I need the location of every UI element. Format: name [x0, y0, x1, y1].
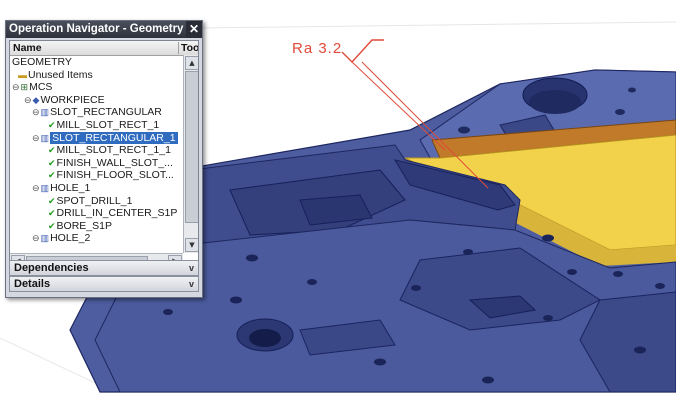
operation-navigator[interactable]: Operation Navigator - Geometry ✕ Name To… — [5, 20, 203, 298]
tree-item-label: DRILL_IN_CENTER_S1P — [56, 207, 178, 220]
hole — [374, 358, 386, 366]
tree-item-label: BORE_S1P — [56, 219, 112, 232]
roughness-symbol — [341, 39, 384, 64]
tree-item-label: MCS — [29, 81, 53, 94]
tree-item[interactable]: ✔FINISH_WALL_SLOT_... — [48, 157, 173, 169]
tree-item[interactable]: ⊖▥SLOT_RECTANGULAR — [32, 106, 162, 118]
close-icon[interactable]: ✕ — [186, 21, 202, 38]
tree-header: Name Too — [10, 41, 198, 56]
hole — [463, 249, 473, 255]
tree-item[interactable]: ✔FINISH_FLOOR_SLOT... — [48, 169, 174, 181]
dependencies-section[interactable]: Dependencies v — [9, 260, 199, 276]
tree-item-label: WORKPIECE — [40, 93, 105, 106]
tree-item-label: Unused Items — [28, 68, 93, 81]
tree-item[interactable]: ⊖▥HOLE_2 — [32, 232, 90, 244]
hole — [634, 346, 646, 354]
hole — [613, 271, 623, 277]
tree-item[interactable]: ⊖◆WORKPIECE — [24, 94, 105, 106]
hole — [628, 87, 636, 93]
hole — [163, 309, 173, 315]
hole — [246, 254, 258, 262]
feature-group-icon: ▥ — [40, 233, 50, 244]
tree-item-label: GEOMETRY — [12, 56, 72, 68]
tree-item-label: FINISH_FLOOR_SLOT... — [56, 169, 174, 182]
tree-item[interactable]: ✔MILL_SLOT_RECT_1_1 — [48, 144, 171, 156]
collapse-icon[interactable]: ⊖ — [32, 106, 40, 118]
tree-item-label: HOLE_2 — [50, 232, 91, 245]
tree-item-label: FINISH_WALL_SLOT_... — [56, 156, 173, 169]
mill-operation-icon: ✔ — [48, 120, 56, 130]
tree-item[interactable]: ✔MILL_SLOT_RECT_1 — [48, 119, 159, 131]
hole — [230, 296, 242, 304]
tree-item[interactable]: ✔SPOT_DRILL_1 — [48, 195, 132, 207]
tree-item-label: HOLE_1 — [50, 182, 91, 194]
hole — [458, 126, 470, 134]
tree-item[interactable]: ✔DRILL_IN_CENTER_S1P — [48, 207, 177, 219]
feature-group-icon: ▥ — [40, 132, 50, 143]
tree-item-label: MILL_SLOT_RECT_1 — [56, 119, 160, 131]
mill-operation-icon: ✔ — [48, 170, 56, 181]
collapse-icon[interactable]: ⊖ — [24, 94, 32, 106]
drill-operation-icon: ✔ — [48, 195, 56, 206]
tree-item-label: SLOT_RECTANGULAR — [50, 106, 162, 119]
tree-item[interactable]: ⊖▥HOLE_1 — [32, 182, 90, 194]
chevron-down-icon[interactable]: v — [189, 277, 194, 291]
feature-group-icon: ▥ — [40, 107, 50, 118]
navigator-tree[interactable]: Name Too GEOMETRY ▬Unused Items ⊖⊞MCS ⊖◆WOR… — [9, 40, 199, 269]
tree-item-label: MILL_SLOT_RECT_1_1 — [56, 144, 171, 157]
collapse-icon[interactable]: ⊖ — [32, 182, 40, 194]
unused-items-icon: ▬ — [18, 69, 27, 80]
drill-operation-icon: ✔ — [48, 220, 56, 231]
collapse-icon[interactable]: ⊖ — [32, 232, 40, 244]
tree-item[interactable]: ✔BORE_S1P — [48, 220, 112, 232]
hole — [655, 283, 665, 289]
scroll-up-icon[interactable]: ▲ — [185, 56, 198, 70]
navigator-title: Operation Navigator - Geometry — [9, 23, 184, 35]
hole — [411, 285, 421, 291]
tree-item[interactable]: ⊖▥ SLOT_RECTANGULAR_1 — [32, 131, 178, 144]
mcs-icon: ⊞ — [20, 82, 29, 93]
tree-item[interactable]: ⊖⊞MCS — [12, 81, 52, 93]
vertical-scrollbar[interactable]: ▲ ▼ — [183, 55, 198, 253]
hole — [543, 315, 553, 321]
drill-operation-icon: ✔ — [48, 208, 56, 219]
tree-item-label: SPOT_DRILL_1 — [56, 194, 133, 207]
collapse-icon[interactable]: ⊖ — [12, 81, 20, 93]
tree-item[interactable]: GEOMETRY — [12, 56, 72, 68]
hole — [482, 376, 494, 384]
mill-operation-icon: ✔ — [48, 157, 56, 168]
hole — [307, 279, 317, 285]
column-header-tool[interactable]: Too — [178, 42, 198, 54]
details-section[interactable]: Details v — [9, 276, 199, 292]
tree-item-label: SLOT_RECTANGULAR_1 — [50, 131, 178, 144]
feature-group-icon: ▥ — [40, 183, 50, 193]
hole — [542, 234, 554, 242]
tree-item[interactable]: ▬Unused Items — [18, 69, 93, 81]
chevron-down-icon[interactable]: v — [189, 261, 194, 275]
mill-operation-icon: ✔ — [48, 145, 56, 156]
scroll-down-icon[interactable]: ▼ — [185, 238, 198, 252]
hole — [615, 109, 625, 115]
column-header-name[interactable]: Name — [13, 42, 42, 54]
hole — [567, 269, 577, 275]
navigator-titlebar[interactable]: Operation Navigator - Geometry ✕ — [6, 21, 202, 38]
workpiece-icon: ◆ — [32, 94, 40, 105]
scroll-thumb[interactable] — [185, 71, 198, 223]
roughness-annotation: Ra 3.2 — [292, 40, 343, 57]
collapse-icon[interactable]: ⊖ — [32, 132, 40, 144]
